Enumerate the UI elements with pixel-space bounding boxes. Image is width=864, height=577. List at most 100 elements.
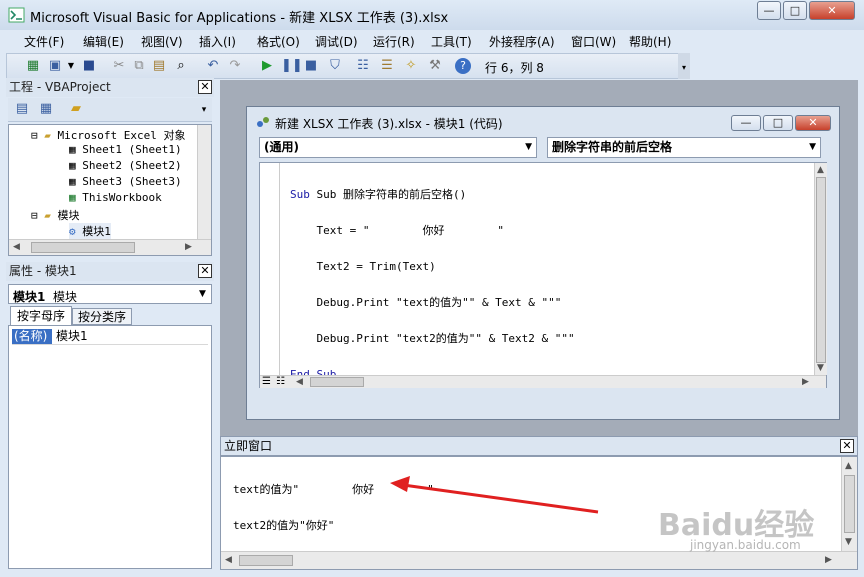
scroll-right-icon[interactable]: ▶ [802, 377, 809, 387]
menu-addins[interactable]: 外接程序(A) [489, 33, 555, 50]
scroll-thumb[interactable] [816, 177, 826, 363]
code-editor[interactable]: Sub Sub 删除字符串的前后空格() Text = " 你好 " Text2… [259, 162, 827, 388]
menu-run[interactable]: 运行(R) [373, 33, 415, 50]
code-minimize-button[interactable]: — [731, 115, 761, 131]
chevron-down-icon[interactable]: ▼ [63, 58, 79, 74]
menu-help[interactable]: 帮助(H) [629, 33, 671, 50]
tab-categorized[interactable]: 按分类序 [72, 308, 132, 325]
properties-window-icon[interactable]: ☰ [379, 58, 395, 74]
code-line: Text2 = Trim(Text) [290, 260, 436, 273]
immediate-vertical-scrollbar[interactable]: ▲ ▼ [841, 457, 857, 551]
paste-icon[interactable]: ▤ [151, 58, 167, 74]
undo-icon[interactable]: ↶ [205, 58, 221, 74]
menu-file[interactable]: 文件(F) [24, 33, 64, 50]
cut-icon[interactable]: ✂ [111, 58, 127, 74]
help-icon[interactable]: ? [455, 58, 471, 74]
chevron-down-icon[interactable]: ▼ [199, 289, 206, 299]
scroll-right-icon[interactable]: ▶ [185, 242, 192, 252]
tree-sheet1[interactable]: ▦ Sheet1 (Sheet1) [69, 143, 182, 156]
procedure-combo[interactable]: 删除字符串的前后空格 ▼ [547, 137, 821, 158]
tree-label: 模块1 [82, 225, 111, 238]
tree-modules[interactable]: ⊟ ▰ 模块 [31, 207, 80, 223]
procedure-view-icon[interactable]: ☰ [262, 376, 271, 387]
code-window-title: 新建 XLSX 工作表 (3).xlsx - 模块1 (代码) [275, 117, 503, 131]
object-combo[interactable]: (通用) ▼ [259, 137, 537, 158]
menu-view[interactable]: 视图(V) [141, 33, 183, 50]
menu-window[interactable]: 窗口(W) [571, 33, 616, 50]
minimize-button[interactable]: — [757, 1, 781, 20]
scroll-thumb[interactable] [310, 377, 364, 387]
chevron-down-icon[interactable]: ▼ [809, 138, 816, 157]
property-row[interactable]: (名称) 模块1 [12, 329, 208, 345]
code-lines: Sub Sub 删除字符串的前后空格() Text = " 你好 " Text2… [290, 165, 575, 405]
tree-module1[interactable]: ⚙ 模块1 [69, 223, 111, 239]
project-explorer-title: 工程 - VBAProject [6, 78, 214, 97]
scroll-thumb[interactable] [239, 555, 293, 566]
immediate-title: 立即窗口 [220, 436, 858, 456]
redo-icon[interactable]: ↷ [227, 58, 243, 74]
tree-sheet2[interactable]: ▦ Sheet2 (Sheet2) [69, 159, 182, 172]
excel-icon[interactable]: ▦ [25, 58, 41, 74]
scroll-down-icon[interactable]: ▼ [817, 363, 824, 373]
scroll-up-icon[interactable]: ▲ [817, 165, 824, 175]
save-icon[interactable]: ■ [81, 58, 97, 74]
tree-vertical-scrollbar[interactable] [197, 125, 211, 239]
scroll-right-icon[interactable]: ▶ [825, 555, 832, 565]
project-explorer-icon[interactable]: ☷ [355, 58, 371, 74]
tree-thisworkbook[interactable]: ▦ ThisWorkbook [69, 191, 162, 204]
menu-debug[interactable]: 调试(D) [315, 33, 358, 50]
close-project-icon[interactable]: ✕ [198, 80, 212, 94]
reset-icon[interactable]: ■ [303, 58, 319, 74]
maximize-button[interactable]: □ [783, 1, 807, 20]
object-name: 模块1 [13, 290, 46, 304]
scroll-up-icon[interactable]: ▲ [845, 461, 852, 471]
scroll-left-icon[interactable]: ◀ [13, 242, 20, 252]
project-toolbar: ▤ ▦ ▰ ▾ [8, 98, 212, 122]
menu-bar: 文件(F) 编辑(E) 视图(V) 插入(I) 格式(O) 调试(D) 运行(R… [6, 30, 858, 52]
break-icon[interactable]: ❚❚ [281, 58, 303, 74]
toggle-folders-icon[interactable]: ▰ [68, 101, 84, 117]
run-icon[interactable]: ▶ [259, 58, 275, 74]
tab-alphabetic[interactable]: 按字母序 [10, 306, 72, 325]
code-horizontal-scrollbar[interactable]: ☰ ☷ ◀ ▶ [260, 375, 826, 388]
toolbar-overflow-icon[interactable]: ▾ [678, 53, 690, 79]
scroll-thumb[interactable] [31, 242, 135, 253]
view-code-icon[interactable]: ▤ [14, 101, 30, 117]
tree-sheet3[interactable]: ▦ Sheet3 (Sheet3) [69, 175, 182, 188]
object-browser-icon[interactable]: ✧ [403, 58, 419, 74]
menu-format[interactable]: 格式(O) [257, 33, 300, 50]
design-mode-icon[interactable]: ⛉ [327, 58, 343, 74]
code-margin [260, 163, 280, 375]
scroll-down-icon[interactable]: ▼ [845, 537, 852, 547]
code-text: Sub 删除字符串的前后空格() [316, 188, 467, 201]
chevron-down-icon[interactable]: ▼ [525, 138, 532, 157]
scroll-left-icon[interactable]: ◀ [225, 555, 232, 565]
scroll-thumb[interactable] [844, 475, 855, 533]
immediate-horizontal-scrollbar[interactable]: ◀ ▶ [221, 551, 857, 569]
object-selector[interactable]: 模块1 模块 ▼ [8, 284, 212, 304]
code-vertical-scrollbar[interactable]: ▲ ▼ [814, 163, 827, 375]
tree-excel-objects[interactable]: ⊟ ▰ Microsoft Excel 对象 [31, 127, 185, 143]
code-maximize-button[interactable]: □ [763, 115, 793, 131]
view-object-icon[interactable]: ▦ [38, 101, 54, 117]
tree-label: ThisWorkbook [82, 191, 162, 204]
close-button[interactable]: ✕ [809, 1, 855, 20]
insert-module-icon[interactable]: ▣ [47, 58, 63, 74]
menu-edit[interactable]: 编辑(E) [83, 33, 124, 50]
code-close-button[interactable]: ✕ [795, 115, 831, 131]
standard-toolbar: ▦ ▣ ▼ ■ ✂ ⧉ ▤ ⌕ ↶ ↷ ▶ ❚❚ ■ ⛉ ☷ ☰ ✧ ⚒ ? 行… [6, 53, 690, 79]
toolbox-icon[interactable]: ⚒ [427, 58, 443, 74]
menu-tools[interactable]: 工具(T) [431, 33, 472, 50]
scroll-left-icon[interactable]: ◀ [296, 377, 303, 387]
tree-horizontal-scrollbar[interactable]: ◀ ▶ [9, 239, 211, 255]
copy-icon[interactable]: ⧉ [131, 58, 147, 74]
sheet-icon: ▦ [69, 159, 76, 172]
menu-insert[interactable]: 插入(I) [199, 33, 236, 50]
find-icon[interactable]: ⌕ [173, 58, 189, 74]
close-immediate-icon[interactable]: ✕ [840, 439, 854, 453]
full-module-view-icon[interactable]: ☷ [276, 376, 285, 387]
panel-scroll-icon[interactable]: ▾ [196, 102, 212, 118]
close-properties-icon[interactable]: ✕ [198, 264, 212, 278]
object-type: 模块 [53, 290, 78, 304]
annotation-arrow [390, 476, 599, 514]
